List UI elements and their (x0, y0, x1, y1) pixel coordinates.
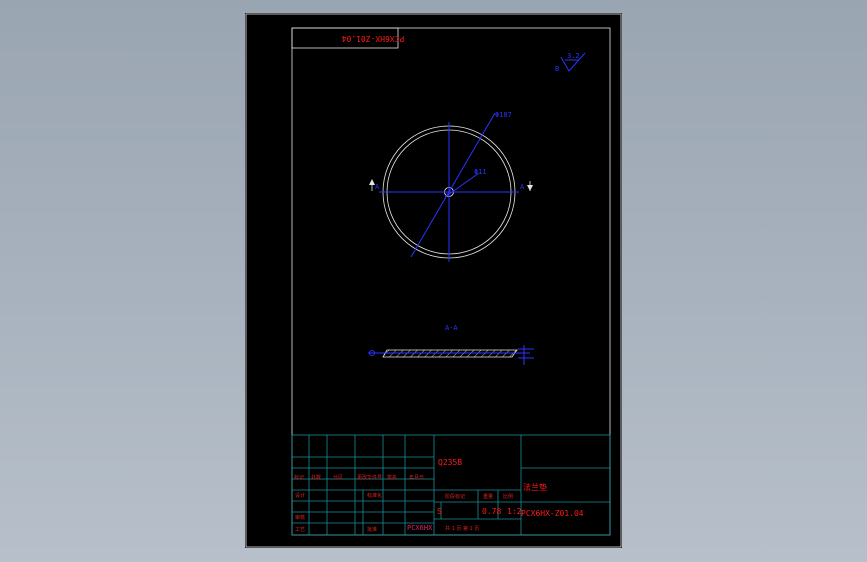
outer-diameter-leader (410, 112, 496, 258)
material-text: Q235B (438, 458, 462, 467)
title-block: 标记 处数 分区 更改文件号 签名 年月日 设计 标准化 审核 工艺 批准 阶段… (291, 434, 611, 536)
scale-value: 1:2 (507, 507, 522, 516)
row-standard-label: 标准化 (367, 492, 382, 499)
washer-top-view: Φ187 Φ11 (379, 111, 519, 262)
inner-diameter-label: Φ11 (474, 168, 487, 176)
roughness-mark: B (555, 65, 559, 73)
stage-value: S (437, 507, 442, 516)
drawing-number-text: PCX6HX-Z01.04 (521, 509, 584, 518)
section-view (368, 345, 534, 365)
stage-header: 阶段标记 (445, 493, 465, 500)
small-stamp: PCX6HX (407, 524, 433, 532)
drawing-canvas: PCX6HX-Z01.04 3.2 B Φ187 Φ11 A A A-A 标记 … (245, 13, 622, 548)
part-name-text: 法兰垫 (523, 482, 547, 492)
rev-header-date: 年月日 (409, 474, 424, 481)
row-approve-label: 批准 (367, 526, 377, 533)
rev-header-file: 更改文件号 (357, 474, 382, 481)
top-code-text: PCX6HX-Z01.04 (342, 34, 405, 43)
section-view-label: A-A (445, 324, 458, 332)
rev-header-zone: 分区 (333, 474, 343, 481)
section-marker-left: A (369, 179, 380, 191)
row-design-label: 设计 (295, 492, 305, 499)
row-process-label: 工艺 (295, 527, 305, 533)
sheet-count-text: 共 1 页 第 1 页 (445, 525, 479, 532)
inner-diameter-leader (444, 172, 480, 198)
svg-text:A: A (520, 183, 525, 191)
svg-text:A: A (375, 183, 380, 191)
roughness-symbol: 3.2 B (555, 52, 586, 73)
section-marker-right: A (520, 181, 533, 191)
rev-header-mark: 标记 (294, 474, 304, 481)
drawing-sheet: PCX6HX-Z01.04 3.2 B Φ187 Φ11 A A A-A 标记 … (245, 13, 622, 548)
weight-value: 0.78 (482, 507, 501, 516)
roughness-value: 3.2 (567, 52, 580, 60)
weight-header: 重量 (483, 493, 493, 500)
rev-header-sign: 签名 (387, 474, 397, 481)
rev-header-count: 处数 (311, 474, 321, 481)
sheet-border (245, 13, 622, 548)
row-review-label: 审核 (295, 514, 305, 521)
scale-header: 比例 (503, 493, 513, 500)
outer-diameter-label: Φ187 (495, 111, 512, 119)
